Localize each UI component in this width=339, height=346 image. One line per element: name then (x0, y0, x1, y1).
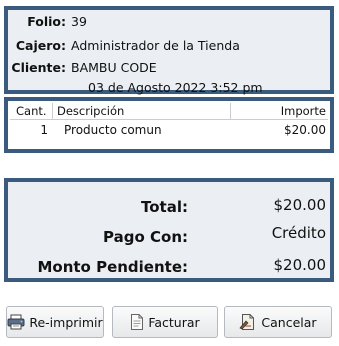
reprint-label: Re-imprimir (29, 314, 103, 330)
cancel-button[interactable]: Cancelar (224, 306, 332, 338)
row-amount: $20.00 (284, 123, 326, 137)
total-label: Total: (141, 198, 188, 216)
folio-value: 39 (71, 14, 87, 29)
cliente-label: Cliente: (11, 60, 66, 75)
reprint-button[interactable]: Re-imprimir (6, 306, 104, 338)
monto-pendiente-label: Monto Pendiente: (37, 258, 188, 276)
pago-con-value: Crédito (271, 224, 326, 242)
totals-panel: Total: $20.00 Pago Con: Crédito Monto Pe… (4, 178, 334, 282)
cajero-value: Administrador de la Tienda (71, 38, 240, 53)
cliente-value: BAMBU CODE (71, 60, 157, 75)
folio-label: Folio: (27, 14, 66, 29)
cancel-document-icon (239, 314, 257, 330)
document-icon (130, 314, 144, 330)
row-description: Producto comun (64, 123, 162, 137)
receipt-info-panel: Folio: 39 Cajero: Administrador de la Ti… (4, 6, 334, 95)
ticket-date: 03 de Agosto 2022 3:52 pm (88, 80, 263, 95)
column-header-description[interactable]: Descripción (57, 104, 124, 118)
cancel-label: Cancelar (261, 314, 317, 330)
column-header-qty[interactable]: Cant. (16, 104, 47, 118)
items-table: Cant. Descripción Importe 1 Producto com… (4, 97, 334, 153)
total-value: $20.00 (273, 196, 327, 214)
monto-pendiente-value: $20.00 (273, 256, 327, 274)
row-qty: 1 (40, 123, 48, 137)
cajero-label: Cajero: (15, 38, 66, 53)
invoice-label: Facturar (148, 314, 200, 330)
column-divider[interactable] (230, 103, 231, 119)
invoice-button[interactable]: Facturar (112, 306, 218, 338)
table-header: Cant. Descripción Importe (10, 103, 328, 120)
column-divider[interactable] (52, 103, 53, 119)
column-header-amount[interactable]: Importe (281, 104, 326, 118)
table-row[interactable]: 1 Producto comun $20.00 (10, 120, 328, 140)
pago-con-label: Pago Con: (103, 228, 188, 246)
printer-icon (7, 314, 25, 330)
